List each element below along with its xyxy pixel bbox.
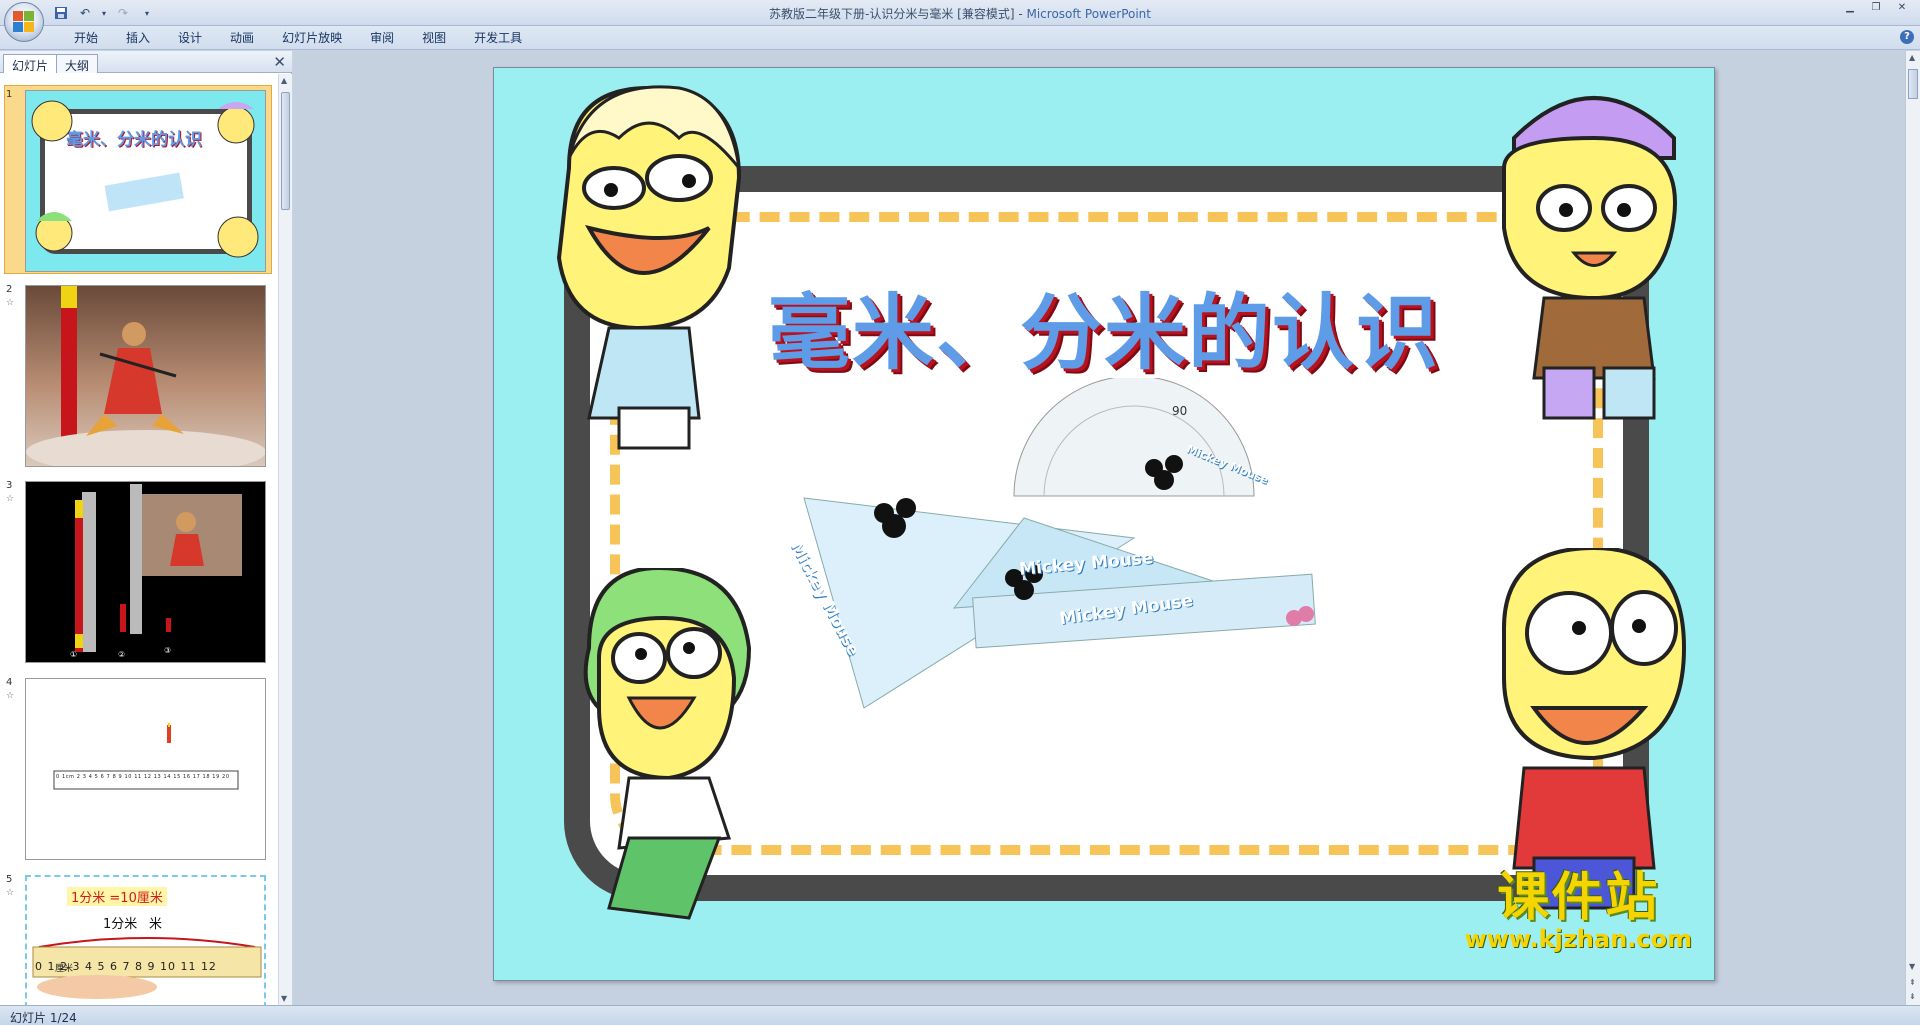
help-icon[interactable]: ?: [1900, 30, 1914, 44]
app-name: Microsoft PowerPoint: [1026, 7, 1151, 21]
rod-label-1: ①: [70, 650, 78, 659]
thumbnail-image: 1分米 =10厘米 1分米 米 0 1 2 3 4 5 6 7 8 9 10 1…: [25, 875, 266, 1005]
scroll-thumb[interactable]: [281, 92, 290, 210]
restore-icon[interactable]: ❐: [1864, 2, 1888, 16]
ribbon-tabs: 开始 插入 设计 动画 幻灯片放映 审阅 视图 开发工具: [60, 30, 536, 46]
tab-insert[interactable]: 插入: [112, 30, 164, 46]
thumbnail-image: 毫米、分米的认识: [25, 90, 266, 272]
slide-number: 4: [6, 677, 13, 688]
tab-animations[interactable]: 动画: [216, 30, 268, 46]
scroll-down-icon[interactable]: ▼: [1909, 962, 1915, 971]
ribbon: 开始 插入 设计 动画 幻灯片放映 审阅 视图 开发工具 ?: [0, 26, 1920, 50]
tab-view[interactable]: 视图: [408, 30, 460, 46]
animation-star-icon: ☆: [6, 494, 15, 504]
tab-design[interactable]: 设计: [164, 30, 216, 46]
scroll-down-icon[interactable]: ▼: [281, 994, 287, 1003]
slide-counter: 幻灯片 1/24: [10, 1011, 77, 1025]
thumb-monkey-king: [26, 286, 265, 466]
protractor-mark: 90: [1172, 404, 1188, 418]
office-logo-icon: [13, 11, 35, 33]
thumb-ruler: [32, 937, 262, 999]
animation-star-icon: ☆: [6, 691, 15, 701]
close-icon[interactable]: ✕: [1890, 2, 1914, 16]
character-bottom-left: [583, 568, 752, 920]
slide-number: 2: [6, 284, 13, 295]
scroll-thumb[interactable]: [1908, 69, 1918, 99]
tab-outline[interactable]: 大纲: [56, 54, 99, 73]
thumb-characters: [31, 100, 259, 258]
watermark-url: www.kjzhan.com: [1464, 925, 1692, 953]
tab-slides[interactable]: 幻灯片: [3, 54, 58, 73]
office-button[interactable]: [4, 2, 44, 42]
scroll-up-icon[interactable]: ▲: [1909, 53, 1915, 62]
rod-label-3: ③: [164, 646, 172, 655]
thumbnail-image: 0 1cm 2 3 4 5 6 7 8 9 10 11 12 13 14 15 …: [25, 678, 266, 860]
tab-slideshow[interactable]: 幻灯片放映: [268, 30, 356, 46]
thumb-rulers: [75, 484, 242, 652]
previous-slide-icon[interactable]: ⇞: [1909, 978, 1916, 987]
character-top-left: [556, 85, 742, 450]
slide-number: 3: [6, 480, 13, 491]
editor-scrollbar[interactable]: ▲ ▼ ⇞ ⇟: [1905, 51, 1920, 1005]
document-name: 苏教版二年级下册-认识分米与毫米 [兼容模式] -: [769, 7, 1027, 21]
slides-pane: 幻灯片 大纲 ✕ 1 毫米、分米的认识 2 ☆ 3 ☆ ① ② ③ 4 ☆ 0 …: [0, 51, 292, 1005]
thumb-unit: 厘米: [55, 964, 74, 974]
scroll-up-icon[interactable]: ▲: [281, 76, 287, 85]
watermark: 课件站 www.kjzhan.com: [1465, 870, 1692, 952]
watermark-cn: 课件站: [1497, 868, 1660, 928]
tab-review[interactable]: 审阅: [356, 30, 408, 46]
thumb-ruler-slide: [53, 723, 239, 790]
window-title: 苏教版二年级下册-认识分米与毫米 [兼容模式] - Microsoft Powe…: [0, 5, 1920, 22]
thumbnail-list: 1 毫米、分米的认识 2 ☆ 3 ☆ ① ② ③ 4 ☆ 0 1cm 2 3 4…: [0, 74, 278, 1005]
animation-star-icon: ☆: [6, 298, 15, 308]
rod-label-2: ②: [118, 650, 126, 659]
slide-number: 5: [6, 874, 13, 885]
status-bar: 幻灯片 1/24: [0, 1005, 1920, 1025]
tab-home[interactable]: 开始: [60, 30, 112, 46]
thumbnail-image: [25, 285, 266, 467]
character-top-right: [1502, 96, 1677, 420]
ruler-labels: 0 1cm 2 3 4 5 6 7 8 9 10 11 12 13 14 15 …: [56, 774, 230, 780]
ruler-set-image: [803, 378, 1316, 709]
animation-star-icon: ☆: [6, 888, 15, 898]
thumbnail-scrollbar[interactable]: ▲ ▼: [278, 74, 292, 1005]
minimize-icon[interactable]: ▁: [1838, 2, 1862, 16]
title-bar: ↶ ▾ ↷ ▾ 苏教版二年级下册-认识分米与毫米 [兼容模式] - Micros…: [0, 0, 1920, 42]
close-pane-icon[interactable]: ✕: [273, 53, 286, 71]
slide-number: 1: [6, 89, 13, 100]
pane-tabs: 幻灯片 大纲 ✕: [0, 51, 292, 73]
window-controls: ▁ ❐ ✕: [1838, 2, 1914, 16]
thumbnail-image: ① ② ③: [25, 481, 266, 663]
tab-developer[interactable]: 开发工具: [460, 30, 536, 46]
current-slide[interactable]: 毫米、分米的认识 90 Mickey Mouse Mickey Mouse Mi…: [493, 67, 1715, 981]
next-slide-icon[interactable]: ⇟: [1909, 992, 1916, 1001]
